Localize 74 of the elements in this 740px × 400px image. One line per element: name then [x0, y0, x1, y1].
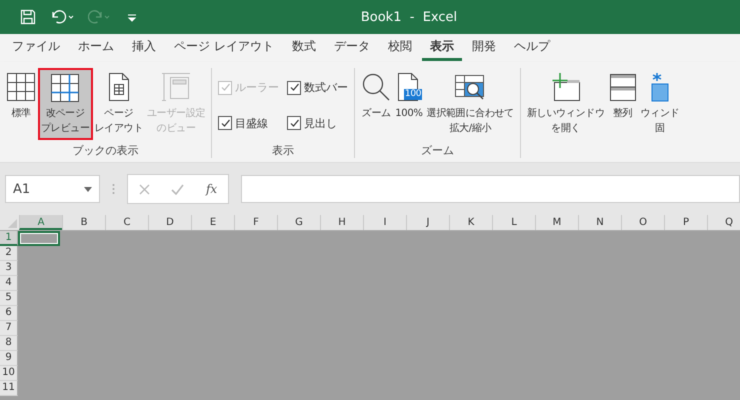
- row-header[interactable]: 5: [0, 291, 18, 306]
- ribbon-tab[interactable]: 校閲: [380, 35, 420, 61]
- ribbon-tab[interactable]: 開発: [464, 35, 504, 61]
- ribbon-button[interactable]: 改ページ プレビュー: [38, 68, 93, 140]
- ribbon-tab[interactable]: ホーム: [70, 35, 122, 61]
- custom-view-icon: [161, 72, 192, 102]
- page-icon: [106, 72, 131, 102]
- row-header[interactable]: 7: [0, 321, 18, 336]
- row-header[interactable]: 2: [0, 246, 18, 261]
- zoom-to-selection-icon: [454, 72, 486, 102]
- row-header[interactable]: 8: [0, 336, 18, 351]
- page-break-grid-icon: [50, 72, 80, 102]
- column-header[interactable]: P: [664, 215, 707, 230]
- column-header[interactable]: F: [234, 215, 277, 230]
- column-header[interactable]: O: [621, 215, 664, 230]
- insert-function-button[interactable]: fx: [206, 182, 218, 196]
- row-header[interactable]: 4: [0, 276, 18, 291]
- row-header[interactable]: 6: [0, 306, 18, 321]
- column-header[interactable]: J: [406, 215, 449, 230]
- grip-icon: [112, 183, 115, 195]
- window-title: Book1 - Excel: [360, 10, 458, 24]
- checkbox[interactable]: [287, 80, 302, 95]
- ribbon-button[interactable]: 整列: [606, 68, 639, 140]
- column-header[interactable]: M: [535, 215, 578, 230]
- column-header[interactable]: N: [578, 215, 621, 230]
- group-label: ズーム: [421, 143, 454, 158]
- grid-icon: [6, 72, 36, 102]
- ribbon-button[interactable]: 新しいウィンドウ を開く: [524, 68, 607, 140]
- name-box[interactable]: A1: [5, 175, 100, 203]
- row-header[interactable]: 1: [0, 231, 18, 246]
- ribbon-button[interactable]: ウィンド 固: [638, 68, 682, 140]
- column-header[interactable]: D: [148, 215, 191, 230]
- ribbon-button[interactable]: ズーム: [359, 68, 394, 140]
- column-header[interactable]: K: [449, 215, 492, 230]
- checkbox-option[interactable]: 見出し: [287, 112, 348, 135]
- ribbon-tab[interactable]: ファイル: [4, 35, 68, 61]
- ribbon-tab[interactable]: データ: [326, 35, 378, 61]
- ribbon-tab[interactable]: ページ レイアウト: [166, 35, 282, 61]
- dropdown-icon[interactable]: [84, 186, 92, 192]
- ribbon-tab[interactable]: ヘルプ: [506, 35, 558, 61]
- formula-input[interactable]: [241, 175, 740, 203]
- column-header[interactable]: B: [62, 215, 105, 230]
- column-header[interactable]: E: [191, 215, 234, 230]
- column-header[interactable]: A: [19, 215, 62, 230]
- ribbon-button[interactable]: 標準: [4, 68, 38, 140]
- checkbox-option[interactable]: 数式バー: [287, 76, 348, 100]
- ribbon-button[interactable]: 100 100%: [393, 68, 425, 140]
- freeze-panes-icon: [650, 72, 669, 102]
- new-window-icon: [550, 72, 581, 102]
- column-header[interactable]: L: [492, 215, 535, 230]
- checkmark-icon[interactable]: [171, 184, 184, 194]
- column-header[interactable]: I: [363, 215, 406, 230]
- checkbox[interactable]: [287, 116, 302, 130]
- checkbox-option[interactable]: 目盛線: [218, 112, 280, 135]
- ribbon-tab[interactable]: 挿入: [124, 35, 164, 61]
- magnifier-icon: [361, 72, 392, 102]
- ribbon-tab[interactable]: 数式: [284, 35, 324, 61]
- row-header[interactable]: 9: [0, 351, 18, 366]
- row-header[interactable]: 10: [0, 366, 18, 381]
- ribbon-button[interactable]: 選択範囲に合わせて 拡大/縮小: [424, 68, 516, 140]
- group-label: ブックの表示: [72, 143, 139, 158]
- selected-cell[interactable]: [18, 231, 60, 246]
- save-icon[interactable]: [20, 9, 36, 25]
- arrange-windows-icon: [608, 72, 637, 102]
- group-label: 表示: [272, 143, 294, 158]
- undo-icon[interactable]: [50, 9, 74, 25]
- column-header[interactable]: H: [320, 215, 363, 230]
- column-header[interactable]: G: [277, 215, 320, 230]
- checkbox[interactable]: [218, 116, 232, 130]
- ribbon-button[interactable]: ページ レイアウト: [92, 68, 146, 140]
- column-header[interactable]: C: [105, 215, 148, 230]
- row-header[interactable]: 11: [0, 381, 18, 396]
- row-header[interactable]: 3: [0, 261, 18, 276]
- column-header[interactable]: Q: [707, 215, 740, 230]
